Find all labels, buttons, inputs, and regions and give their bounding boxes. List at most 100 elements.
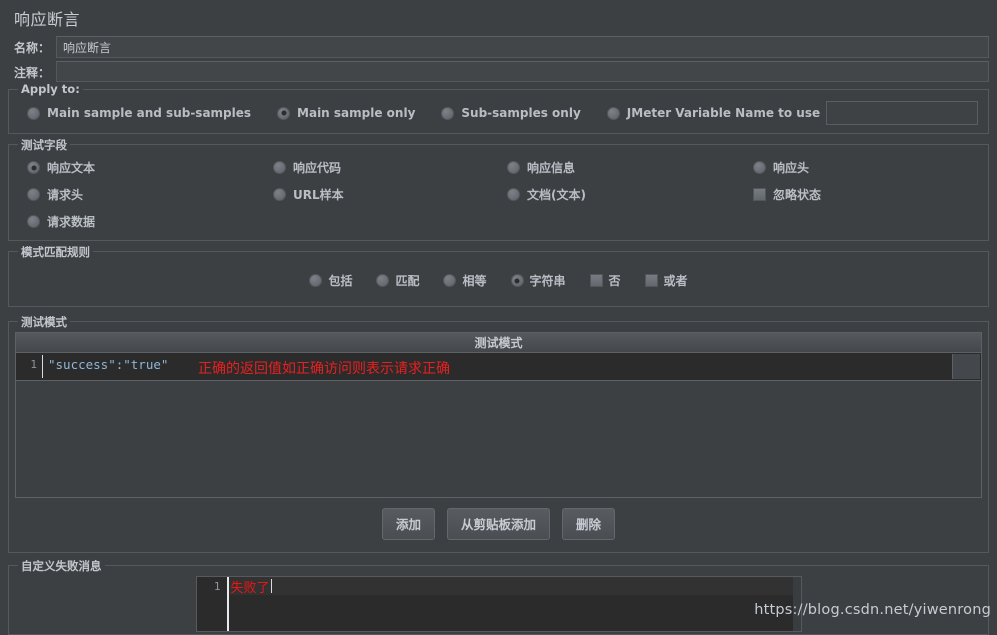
grid-spacer [753,213,982,230]
test-field-group: 测试字段 响应文本 响应代码 响应信息 响应头 请求头 URL样本 文档(文本)… [8,137,989,241]
comment-label: 注释： [14,65,51,80]
radio-icon [507,161,520,174]
radio-jmeter-variable[interactable]: JMeter Variable Name to use [606,106,821,120]
radio-icon-selected [277,106,291,120]
add-from-clipboard-button[interactable]: 从剪贴板添加 [446,508,550,540]
radio-label: 匹配 [395,274,420,288]
radio-label: Main sample only [297,106,416,120]
radio-label: 文档(文本) [527,188,586,202]
checkbox-ignore-status[interactable]: 忽略状态 [753,186,982,203]
test-patterns-table: 测试模式 1 "success":"true" 正确的返回值如正确访问则表示请求… [15,332,982,498]
radio-label: 响应代码 [293,161,342,175]
window-title-bar: 响应断言 [0,0,997,36]
radio-main-sample-only[interactable]: Main sample only [277,106,415,120]
line-number: 1 [16,353,42,380]
checkbox-not[interactable]: 否 [589,272,621,289]
radio-label: 请求头 [47,188,84,202]
radio-substring[interactable]: 字符串 [510,272,566,289]
annotation-text: 正确的返回值如正确访问则表示请求正确 [198,361,450,377]
radio-equals[interactable]: 相等 [443,272,487,289]
editor-line-1: 失败了 [228,577,801,596]
test-pattern-value: "success":"true" [48,357,169,372]
radio-icon [273,188,286,201]
radio-request-headers[interactable]: 请求头 [27,186,273,203]
name-row: 名称： 响应断言 [0,36,997,58]
radio-main-and-sub-samples[interactable]: Main sample and sub-samples [27,106,251,120]
radio-document-text[interactable]: 文档(文本) [507,186,753,203]
radio-request-data[interactable]: 请求数据 [27,213,273,230]
radio-contains[interactable]: 包括 [309,272,352,289]
radio-label: 响应头 [773,161,810,175]
radio-icon [606,106,620,120]
name-label: 名称： [14,40,51,55]
custom-fail-message-value: 失败了 [230,580,270,596]
radio-label: 响应信息 [527,161,576,175]
checkbox-icon [644,274,658,287]
test-patterns-column-header: 测试模式 [16,333,981,353]
radio-label: 字符串 [529,274,566,288]
radio-label: JMeter Variable Name to use [626,106,821,120]
test-patterns-empty-area [16,381,981,497]
apply-to-options: Main sample and sub-samples Main sample … [15,98,982,127]
comment-row: 注释： [0,61,997,83]
radio-label: Main sample and sub-samples [47,106,252,120]
radio-icon [376,274,390,287]
editor-scrollbar[interactable] [792,577,801,631]
checkbox-label: 忽略状态 [773,188,822,202]
radio-sub-samples-only[interactable]: Sub-samples only [441,106,581,120]
radio-label: 相等 [462,274,487,288]
radio-url-sample[interactable]: URL样本 [273,186,507,203]
test-field-group-title: 测试字段 [18,137,70,153]
radio-icon [27,215,40,228]
radio-icon [753,161,766,174]
radio-icon [273,161,286,174]
add-button[interactable]: 添加 [381,508,435,540]
checkbox-label: 否 [608,274,621,288]
name-input[interactable]: 响应断言 [56,36,989,58]
radio-label: 响应文本 [47,161,96,175]
radio-response-text[interactable]: 响应文本 [27,159,273,176]
radio-icon [309,274,323,287]
custom-fail-message-group-title: 自定义失败消息 [18,558,105,574]
checkbox-or[interactable]: 或者 [644,272,688,289]
radio-response-code[interactable]: 响应代码 [273,159,507,176]
test-patterns-group: 测试模式 测试模式 1 "success":"true" 正确的返回值如正确访问… [8,314,989,553]
line-number: 1 [196,577,227,631]
radio-label: URL样本 [293,188,344,202]
comment-input[interactable] [56,61,989,82]
checkbox-icon [753,188,766,201]
pattern-rules-group-title: 模式匹配规则 [18,244,93,260]
radio-icon [27,188,40,201]
radio-label: Sub-samples only [461,106,581,120]
radio-icon [443,274,457,287]
test-patterns-group-title: 测试模式 [18,314,70,330]
radio-label: 请求数据 [47,215,96,229]
delete-button[interactable]: 删除 [562,508,616,540]
checkbox-label: 或者 [663,274,688,288]
grid-spacer [273,213,507,230]
test-field-options: 响应文本 响应代码 响应信息 响应头 请求头 URL样本 文档(文本) 忽略状态… [15,153,982,234]
pattern-rules-options: 包括 匹配 相等 字符串 否 或者 [15,260,982,300]
grid-spacer [507,213,753,230]
radio-matches[interactable]: 匹配 [376,272,419,289]
apply-to-group: Apply to: Main sample and sub-samples Ma… [8,82,989,134]
radio-icon [441,106,455,120]
test-patterns-buttons: 添加 从剪贴板添加 删除 [13,498,984,548]
checkbox-icon [589,274,603,287]
custom-fail-message-group: 自定义失败消息 1 失败了 [8,558,989,635]
radio-response-headers[interactable]: 响应头 [753,159,982,176]
radio-label: 包括 [328,274,353,288]
radio-icon [507,188,520,201]
text-cursor [270,579,272,593]
jmeter-variable-input[interactable] [826,101,978,125]
table-row[interactable]: 1 "success":"true" 正确的返回值如正确访问则表示请求正确 [16,353,981,381]
custom-fail-message-editor[interactable]: 1 失败了 [195,576,802,632]
custom-fail-message-area: 1 失败了 [9,576,988,632]
radio-response-message[interactable]: 响应信息 [507,159,753,176]
page-title: 响应断言 [14,10,81,29]
editor-text-wrap[interactable]: 失败了 [228,577,801,631]
radio-icon-selected [27,161,40,174]
table-scrollbar[interactable] [952,354,980,379]
test-pattern-cell[interactable]: "success":"true" 正确的返回值如正确访问则表示请求正确 [43,353,981,380]
radio-icon-selected [510,274,524,287]
